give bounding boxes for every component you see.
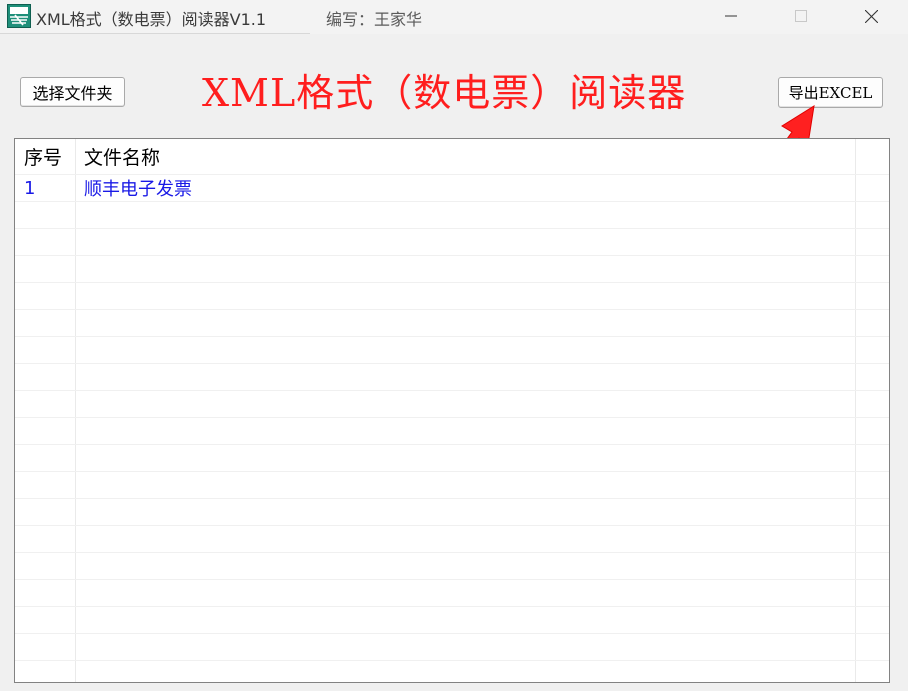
empty-row	[15, 256, 889, 283]
empty-row	[15, 418, 889, 445]
title-divider	[0, 33, 310, 34]
minimize-button[interactable]	[708, 0, 754, 32]
maximize-icon	[795, 10, 807, 22]
empty-row	[15, 499, 889, 526]
empty-row	[15, 580, 889, 607]
header-seq[interactable]: 序号	[24, 139, 62, 174]
empty-row	[15, 202, 889, 229]
empty-row	[15, 391, 889, 418]
empty-row	[15, 310, 889, 337]
window-title: XML格式（数电票）阅读器V1.1	[36, 10, 267, 29]
empty-row	[15, 661, 889, 682]
empty-row	[15, 229, 889, 256]
close-button[interactable]	[848, 0, 894, 32]
row-seq: 1	[24, 177, 36, 199]
close-icon	[865, 10, 878, 23]
empty-row	[15, 634, 889, 661]
empty-row	[15, 526, 889, 553]
title-bar[interactable]: XML格式（数电票）阅读器V1.1 编写：王家华	[0, 0, 908, 34]
empty-row	[15, 337, 889, 364]
empty-row	[15, 553, 889, 580]
file-list-grid[interactable]: 序号 文件名称 1 顺丰电子发票	[14, 138, 890, 683]
table-row[interactable]: 1 顺丰电子发票	[15, 175, 889, 202]
minimize-icon	[725, 15, 737, 17]
select-folder-button[interactable]: 选择文件夹	[20, 77, 125, 107]
main-heading: XML格式（数电票）阅读器	[202, 71, 687, 115]
row-filename: 顺丰电子发票	[84, 179, 192, 200]
header-filename[interactable]: 文件名称	[84, 139, 160, 174]
app-logo-icon	[7, 4, 31, 28]
author-label: 编写：王家华	[326, 10, 423, 29]
maximize-button[interactable]	[778, 0, 824, 32]
empty-row	[15, 283, 889, 310]
table-header: 序号 文件名称	[15, 139, 889, 175]
empty-row	[15, 472, 889, 499]
empty-row	[15, 607, 889, 634]
empty-row	[15, 364, 889, 391]
empty-row	[15, 445, 889, 472]
app-window: XML格式（数电票）阅读器V1.1 编写：王家华 选择文件夹 XML格式（数电票…	[0, 0, 908, 691]
